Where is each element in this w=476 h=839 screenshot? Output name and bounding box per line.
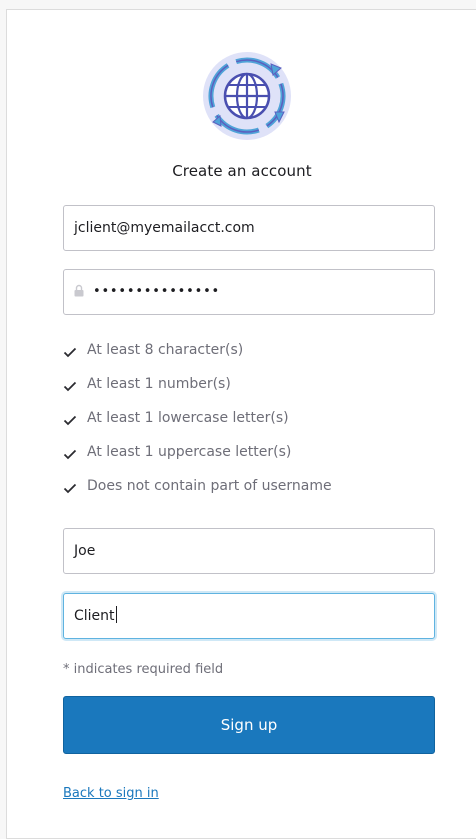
text-cursor [115, 606, 117, 623]
checkmark-icon [63, 347, 77, 358]
checkmark-icon [63, 415, 77, 426]
last-name-value: Client [74, 608, 115, 624]
checkmark-icon [63, 449, 77, 460]
password-rule-label: At least 8 character(s) [87, 342, 244, 358]
password-rule-label: Does not contain part of username [87, 478, 332, 494]
globe-with-arrows-icon [203, 52, 291, 140]
password-rules-list: At least 8 character(s) At least 1 numbe… [63, 342, 332, 512]
back-to-sign-in-link[interactable]: Back to sign in [63, 786, 159, 801]
password-rule: At least 1 lowercase letter(s) [63, 410, 332, 444]
password-rule-label: At least 1 uppercase letter(s) [87, 444, 292, 460]
password-rule: At least 1 number(s) [63, 376, 332, 410]
first-name-field[interactable]: Joe [63, 528, 435, 574]
email-field[interactable]: jclient@myemailacct.com [63, 205, 435, 251]
sign-up-button[interactable]: Sign up [63, 696, 435, 754]
password-rule: Does not contain part of username [63, 478, 332, 512]
password-rule: At least 8 character(s) [63, 342, 332, 376]
lock-icon [74, 284, 84, 297]
checkmark-icon [63, 381, 77, 392]
checkmark-icon [63, 483, 77, 494]
page-title: Create an account [172, 162, 312, 180]
email-value: jclient@myemailacct.com [74, 220, 255, 236]
password-rule: At least 1 uppercase letter(s) [63, 444, 332, 478]
first-name-value: Joe [74, 543, 96, 559]
password-field[interactable]: ••••••••••••••• [63, 269, 435, 315]
last-name-field[interactable]: Client [63, 593, 435, 639]
signup-card: Create an account jclient@myemailacct.co… [6, 9, 476, 839]
password-value: ••••••••••••••• [93, 284, 221, 299]
password-rule-label: At least 1 number(s) [87, 376, 231, 392]
password-rule-label: At least 1 lowercase letter(s) [87, 410, 289, 426]
required-field-note: * indicates required field [63, 662, 224, 677]
